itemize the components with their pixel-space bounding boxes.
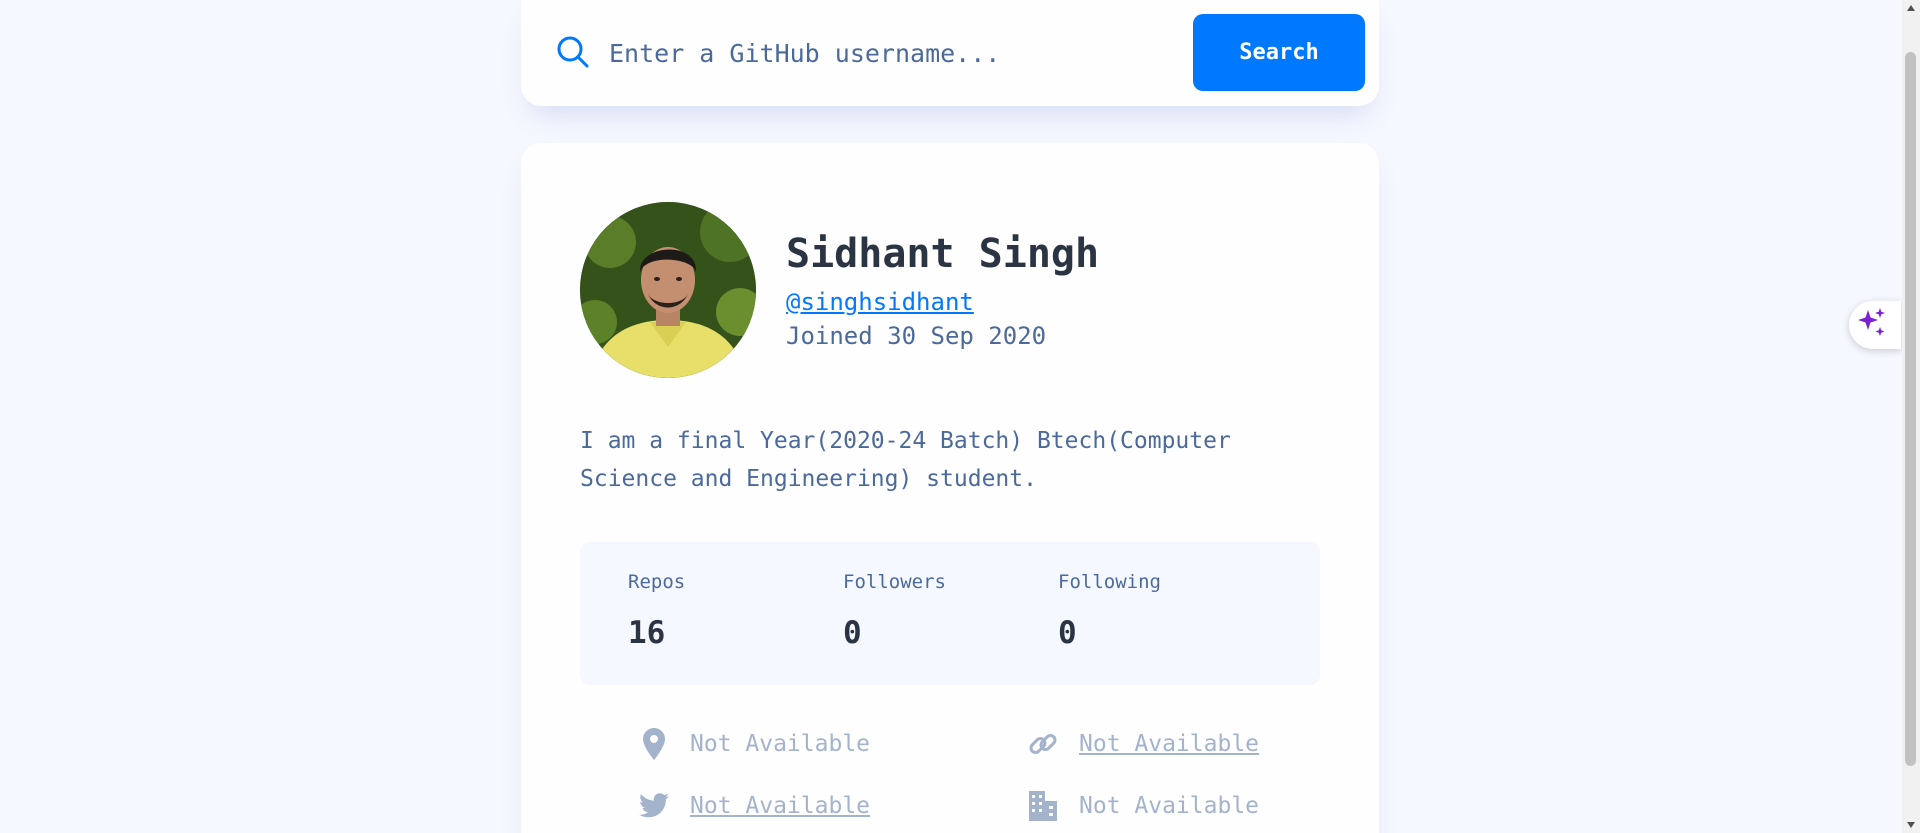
map-pin-icon <box>638 728 670 760</box>
profile-name: Sidhant Singh <box>786 231 1100 277</box>
stat-label: Following <box>1058 571 1161 593</box>
stat-label: Followers <box>843 571 946 593</box>
joined-date: Joined 30 Sep 2020 <box>786 322 1047 350</box>
profile-login-link[interactable]: @singhsidhant <box>786 288 974 316</box>
info-company: Not Available <box>1027 790 1259 822</box>
info-location: Not Available <box>638 728 870 760</box>
search-input[interactable] <box>609 28 1129 78</box>
info-blog[interactable]: Not Available <box>1027 728 1259 760</box>
scroll-down-arrow-icon[interactable] <box>1902 817 1920 833</box>
search-button[interactable]: Search <box>1193 14 1365 91</box>
stat-following: Following 0 <box>1058 571 1161 651</box>
company-text: Not Available <box>1079 793 1260 819</box>
twitter-link[interactable]: Not Available <box>690 793 870 819</box>
stat-repos: Repos 16 <box>628 571 685 651</box>
ai-assistant-button[interactable] <box>1849 301 1901 349</box>
avatar <box>580 202 756 378</box>
scrollbar-thumb[interactable] <box>1905 52 1916 766</box>
stats-panel: Repos 16 Followers 0 Following 0 <box>580 542 1320 685</box>
stat-value: 0 <box>843 615 862 651</box>
stat-followers: Followers 0 <box>843 571 946 651</box>
location-text: Not Available <box>690 731 871 757</box>
stat-value: 16 <box>628 615 666 651</box>
info-twitter[interactable]: Not Available <box>638 790 870 822</box>
profile-card: Sidhant Singh @singhsidhant Joined 30 Se… <box>521 143 1379 833</box>
building-icon <box>1027 790 1059 822</box>
search-icon <box>555 34 591 70</box>
search-bar: Search <box>521 0 1379 106</box>
profile-bio: I am a final Year(2020-24 Batch) Btech(C… <box>580 428 1231 492</box>
page: Search Sidhant Singh @singhsidhant Joi <box>0 0 1920 833</box>
blog-link[interactable]: Not Available <box>1079 731 1259 757</box>
sparkles-icon <box>1855 306 1889 344</box>
scroll-up-arrow-icon[interactable] <box>1902 0 1920 16</box>
link-icon <box>1027 728 1059 760</box>
twitter-icon <box>638 790 670 822</box>
stat-label: Repos <box>628 571 686 593</box>
stat-value: 0 <box>1058 615 1077 651</box>
